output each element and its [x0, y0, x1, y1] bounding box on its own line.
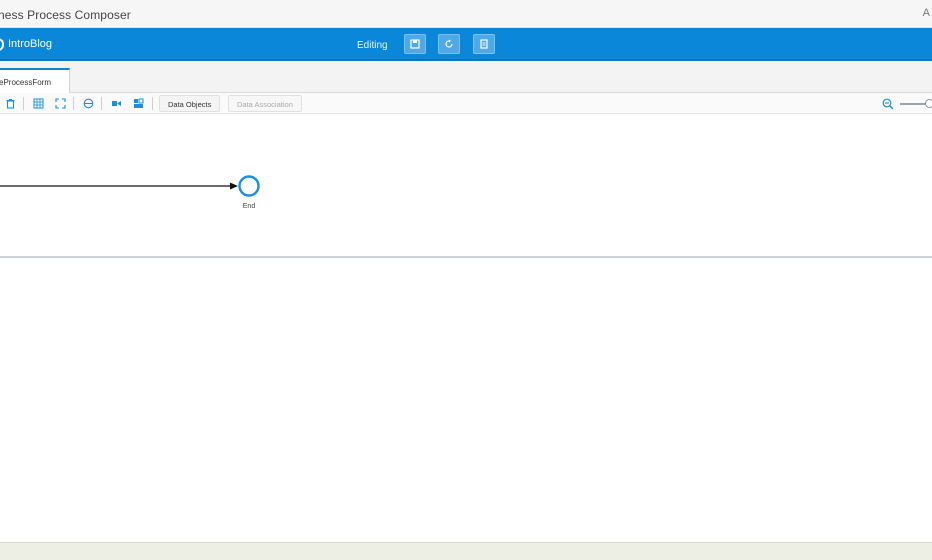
toolbar-separator: [152, 97, 153, 110]
sequence-flow-arrowhead: [230, 182, 238, 190]
view-icon[interactable]: [110, 97, 122, 109]
document-icon: [480, 39, 488, 49]
tab-label: eProcessForm: [0, 78, 52, 87]
zoom-out-icon[interactable]: [882, 97, 894, 110]
toolbar-separator: [23, 97, 24, 110]
data-association-button[interactable]: Data Association: [228, 95, 302, 112]
grid-icon[interactable]: [32, 97, 44, 109]
zoom-slider-handle[interactable]: [925, 99, 932, 108]
refresh-icon: [445, 39, 453, 48]
trash-icon[interactable]: [4, 97, 16, 109]
status-bar: [0, 542, 932, 560]
diagram-canvas[interactable]: End: [0, 114, 932, 258]
window-title: ness Process Composer: [0, 8, 131, 22]
window-titlebar: ness Process Composer A: [0, 0, 932, 28]
brand[interactable]: IntroBlog: [0, 36, 52, 52]
toolbar-separator: [73, 97, 74, 110]
refresh-button[interactable]: [438, 34, 460, 54]
diagram-toolbar: Data Objects Data Association: [0, 93, 932, 114]
save-button[interactable]: [404, 34, 426, 54]
save-icon: [410, 39, 420, 49]
fit-icon[interactable]: [54, 97, 66, 109]
layout-icon[interactable]: [132, 97, 144, 109]
brand-logo-icon: [0, 37, 4, 51]
print-icon[interactable]: [82, 97, 94, 109]
editing-status: Editing: [357, 40, 388, 51]
brand-name: IntroBlog: [8, 38, 53, 50]
tab-process-form[interactable]: eProcessForm: [0, 68, 70, 93]
end-event-label: End: [242, 203, 256, 210]
toolbar-separator: [101, 97, 102, 110]
process-diagram: [0, 175, 260, 197]
data-objects-button[interactable]: Data Objects: [159, 95, 221, 112]
tab-strip: eProcessForm: [0, 61, 932, 93]
document-button[interactable]: [473, 34, 495, 54]
properties-panel: [0, 260, 932, 542]
window-corner-glyph: A: [922, 7, 930, 19]
app-header: IntroBlog Editing: [0, 28, 932, 61]
end-event: [238, 175, 260, 197]
